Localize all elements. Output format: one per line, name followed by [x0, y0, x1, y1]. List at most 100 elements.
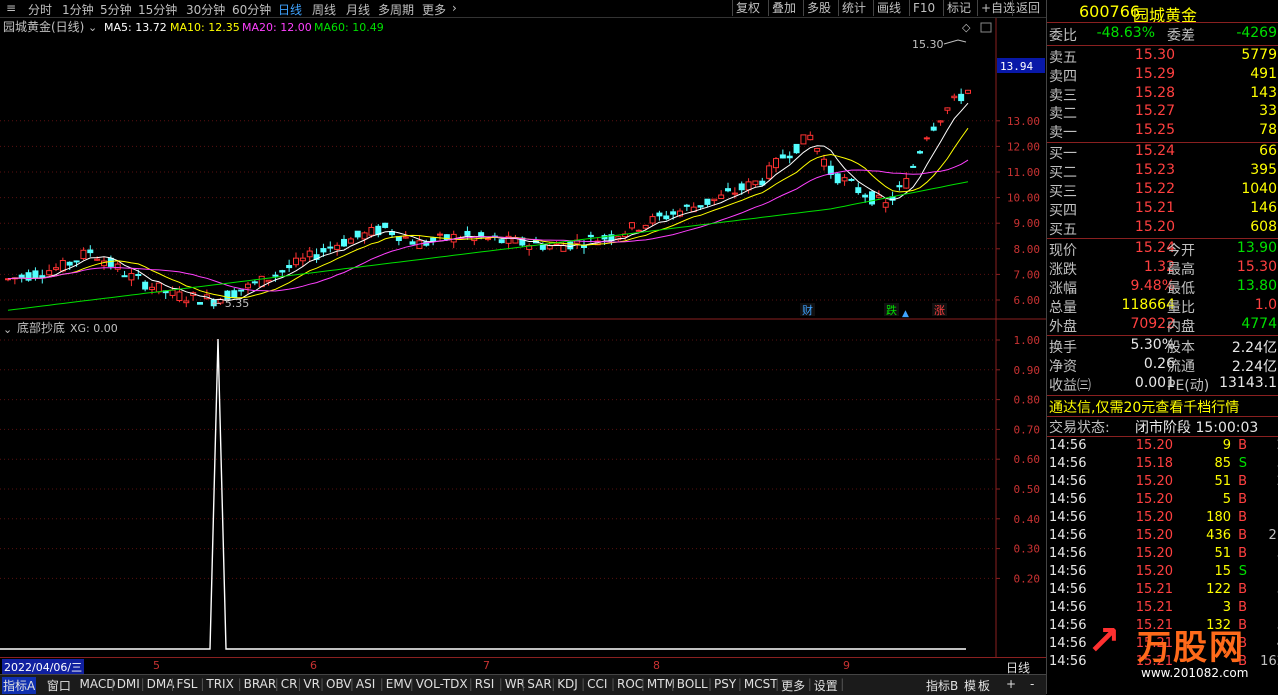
candle-body [711, 198, 718, 202]
indicator-tab-10[interactable]: OBV [326, 677, 352, 691]
ma-legend-1: MA10: 12.35 [170, 21, 240, 34]
indicator-tab-12[interactable]: EMV [386, 677, 412, 691]
fundamental-row: 换手 5.30% 股本 2.24亿 [1047, 337, 1278, 356]
tab-separator: | [640, 677, 645, 691]
bid-volume: 146 [1250, 200, 1277, 216]
period-1[interactable]: 1分钟 [62, 1, 94, 18]
period-0[interactable]: 分时 [28, 1, 52, 18]
sub-y-tick-label: 0.50 [1014, 483, 1041, 496]
bid-price: 15.20 [1134, 219, 1175, 235]
indicator-tab-7[interactable]: BRAR [244, 677, 277, 691]
indicator-tab-22[interactable]: PSY [714, 677, 736, 691]
indicator-tab-1[interactable]: 窗口 [47, 677, 71, 694]
indicator-tab-5[interactable]: FSL [177, 677, 198, 691]
chevron-down-icon[interactable]: ⌄ [3, 323, 12, 336]
period-7[interactable]: 周线 [312, 1, 336, 18]
tab-separator: | [110, 677, 115, 691]
indicator-tab-0[interactable]: 指标A [2, 677, 37, 694]
promo-banner[interactable]: 通达信,仅需20元查看千档行情 [1047, 397, 1278, 416]
ma-line-20 [7, 159, 969, 292]
period-10[interactable]: 更多 [422, 1, 446, 18]
bid-price: 15.24 [1134, 143, 1175, 159]
indicator-tab-21[interactable]: BOLL [677, 677, 708, 691]
diamond-icon[interactable]: ◇ [962, 21, 971, 34]
menu-icon[interactable]: ≡ [6, 1, 16, 15]
y-tick-label: 13.00 [1007, 115, 1040, 128]
indicator-tab-17[interactable]: KDJ [557, 677, 578, 691]
event-tag-2[interactable]: 涨 [934, 304, 945, 317]
ask-label: 卖四 [1049, 68, 1077, 85]
indicator-tab-18[interactable]: CCI [587, 677, 607, 691]
indicator-tab-6[interactable]: TRIX [206, 677, 233, 691]
ask-label: 卖五 [1049, 50, 1077, 66]
event-tag-0[interactable]: 财 [802, 303, 813, 317]
candle-body [197, 302, 203, 305]
indicator-tab-11[interactable]: ASI [356, 677, 375, 691]
candle-body [59, 260, 66, 272]
indicator-tab-9[interactable]: VR [303, 677, 320, 691]
candle-body [752, 180, 759, 186]
indicator-tab-14[interactable]: RSI [475, 677, 495, 691]
indicator-tab-24[interactable]: 更多 [781, 677, 805, 694]
period-6[interactable]: 日线 [278, 1, 302, 18]
stat-label: 涨跌 [1049, 262, 1077, 278]
tick-volume: 9 [1222, 438, 1231, 453]
kline-chart-area[interactable]: 13.00 12.00 11.00 10.00 9.00 8.00 7.00 6.00 13.9… [0, 18, 1046, 658]
sub-y-tick-label: 0.60 [1014, 453, 1041, 466]
period-8[interactable]: 月线 [346, 1, 370, 18]
toolbar-button-2[interactable]: 多股 [803, 0, 834, 16]
bid-price: 15.22 [1134, 181, 1175, 197]
bottom-right-0[interactable]: 指标B [926, 677, 958, 694]
event-tag-1[interactable]: 跌 [886, 303, 897, 317]
toolbar-button-6[interactable]: 标记 [943, 0, 974, 16]
indicator-tab-13[interactable]: VOL-TDX [416, 677, 468, 691]
date-axis: 2022/04/06/三 5 6 7 8 9 日线 [0, 657, 1046, 675]
candle-body [923, 137, 930, 140]
candle-body [587, 234, 594, 238]
bid-row: 买四 15.21 146 [1047, 200, 1278, 219]
tick-side: B [1238, 510, 1247, 525]
toolbar-button-8[interactable]: 返回 [1012, 0, 1043, 16]
indicator-tab-8[interactable]: CR [281, 677, 298, 691]
period-9[interactable]: 多周期 [378, 1, 414, 18]
period-3[interactable]: 15分钟 [138, 1, 177, 18]
bottom-right-4[interactable]: - [1030, 677, 1034, 691]
indicator-tab-25[interactable]: 设置 [814, 677, 838, 694]
indicator-tab-19[interactable]: ROC [617, 677, 643, 691]
tick-time: 14:56 [1049, 474, 1087, 489]
fund-label: 股本 [1167, 340, 1195, 356]
bid-price: 15.23 [1134, 162, 1175, 178]
tick-row: 14:5615.205B1 [1047, 492, 1278, 510]
window-icon[interactable] [980, 22, 992, 33]
bottom-right-3[interactable]: + [1006, 677, 1016, 691]
period-4[interactable]: 30分钟 [186, 1, 225, 18]
month-tick-5: 5 [153, 659, 160, 672]
tab-separator: | [170, 677, 175, 691]
bottom-right-2[interactable]: 板 [978, 677, 990, 694]
ask-row: 卖三 15.28 143 [1047, 85, 1278, 104]
tick-row: 14:5615.1885S5 [1047, 456, 1278, 474]
toolbar-button-4[interactable]: 画线 [873, 0, 904, 16]
ask-row: 卖一 15.25 78 [1047, 122, 1278, 141]
y-tick-label: 10.00 [1007, 192, 1040, 205]
quote-header: 600766 园城黄金 [1047, 2, 1278, 25]
period-2[interactable]: 5分钟 [100, 1, 132, 18]
period-5[interactable]: 60分钟 [232, 1, 271, 18]
candles [5, 88, 971, 309]
indicator-tab-3[interactable]: DMI [117, 677, 140, 691]
indicator-tab-16[interactable]: SAR [527, 677, 551, 691]
chevron-right-icon[interactable]: › [452, 1, 457, 15]
indicator-tab-23[interactable]: MCST [744, 677, 778, 691]
toolbar-button-3[interactable]: 统计 [838, 0, 869, 16]
toolbar-button-0[interactable]: 复权 [732, 0, 763, 16]
bottom-right-1[interactable]: 模 [964, 677, 976, 694]
chevron-down-icon[interactable]: ⌄ [88, 21, 97, 34]
fund-label: 收益㈢ [1049, 378, 1091, 394]
tick-time: 14:56 [1049, 456, 1087, 471]
candle-body [766, 165, 773, 179]
toolbar-button-5[interactable]: F10 [909, 0, 938, 16]
tick-time: 14:56 [1049, 528, 1087, 543]
stat-label: 量比 [1167, 300, 1195, 316]
tick-time: 14:56 [1049, 564, 1087, 579]
toolbar-button-1[interactable]: 叠加 [768, 0, 799, 16]
